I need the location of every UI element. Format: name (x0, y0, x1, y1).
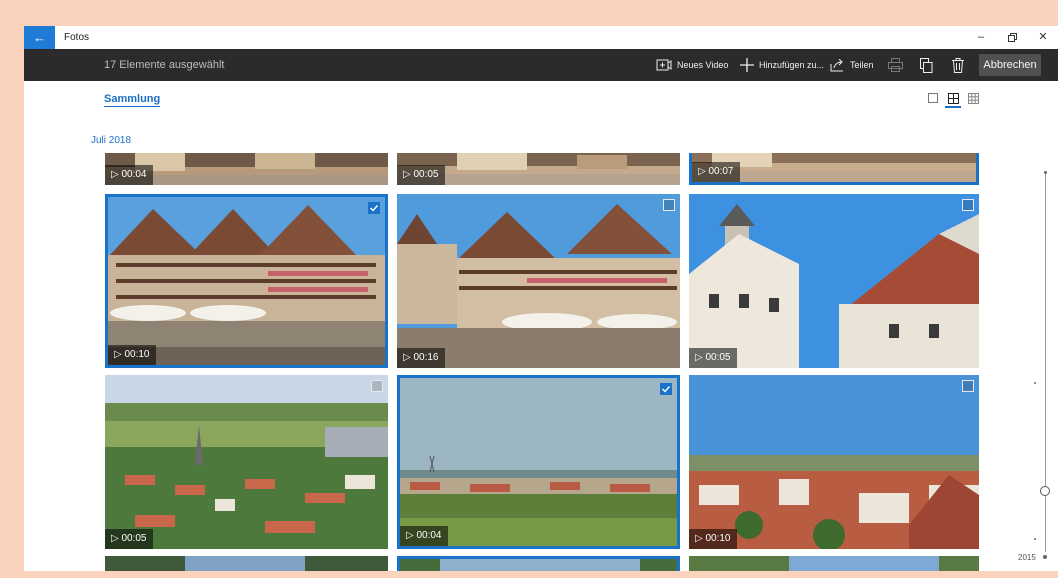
duration-label: ▷ 00:05 (397, 165, 445, 185)
back-button[interactable]: ← (24, 26, 55, 49)
photos-app-window: ← Fotos – ✕ 17 Elemente ausgewählt Neues… (24, 26, 1058, 571)
duration-label: ▷ 00:10 (689, 529, 737, 549)
grid-2x2-icon (947, 92, 959, 104)
selection-checkbox[interactable] (962, 199, 974, 211)
view-small-button[interactable] (965, 90, 981, 106)
share-icon (830, 58, 845, 72)
breadcrumb-collection[interactable]: Sammlung (104, 93, 161, 107)
video-tile[interactable]: ▷ 00:10 (105, 194, 388, 368)
selection-checkbox[interactable] (962, 380, 974, 392)
video-tile[interactable]: ▷ 00:10 (689, 375, 979, 549)
view-large-button[interactable] (925, 90, 941, 106)
share-button[interactable]: Teilen (830, 49, 874, 81)
selection-checkbox[interactable] (660, 383, 672, 395)
plus-icon (740, 58, 754, 72)
selection-count: 17 Elemente ausgewählt (104, 59, 225, 71)
duration-label: ▷ 00:10 (108, 345, 156, 365)
delete-button[interactable] (952, 49, 969, 81)
video-tile[interactable] (397, 556, 680, 571)
video-thumbnail (108, 197, 385, 365)
restore-button[interactable] (999, 26, 1025, 49)
selection-checkbox[interactable] (663, 199, 675, 211)
video-tile[interactable]: ▷ 00:16 (397, 194, 680, 368)
command-bar: 17 Elemente ausgewählt Neues Video Hinzu… (24, 49, 1058, 81)
single-square-icon (928, 93, 938, 103)
video-tile[interactable]: ▷ 00:05 (105, 375, 388, 549)
photo-grid: ▷ 00:04 ▷ 00:05 ▷ 00:07 ▷ 00:10 ▷ 00:16 … (24, 153, 1024, 571)
video-tile[interactable]: ▷ 00:04 (105, 153, 388, 185)
video-tile[interactable] (105, 556, 388, 571)
close-icon: ✕ (1038, 31, 1048, 43)
video-tile[interactable] (689, 556, 979, 571)
video-thumbnail (105, 556, 388, 571)
timeline-year-label[interactable]: 2015 (1018, 553, 1036, 562)
duration-label: ▷ 00:07 (692, 162, 740, 182)
print-icon (888, 58, 903, 72)
add-to-label: Hinzufügen zu... (759, 60, 825, 70)
video-thumbnail (400, 559, 677, 571)
copy-icon (920, 57, 933, 73)
video-add-icon (656, 58, 672, 72)
app-title: Fotos (64, 32, 90, 43)
minimize-button[interactable]: – (968, 26, 994, 49)
duration-label: ▷ 00:04 (400, 526, 448, 546)
video-thumbnail (400, 378, 677, 546)
trash-icon (952, 57, 964, 73)
video-thumbnail (397, 194, 680, 368)
timeline-thumb[interactable] (1040, 486, 1050, 496)
cancel-button[interactable]: Abbrechen (979, 54, 1041, 76)
video-thumbnail (689, 556, 979, 571)
video-thumbnail (105, 375, 388, 549)
timeline-marker (1034, 382, 1036, 384)
selection-checkbox[interactable] (368, 202, 380, 214)
add-to-button[interactable]: Hinzufügen zu... (740, 49, 824, 81)
duration-label: ▷ 00:05 (105, 529, 153, 549)
grid-3x3-icon (967, 92, 979, 104)
timeline-marker (1043, 555, 1047, 559)
video-tile[interactable]: ▷ 00:04 (397, 375, 680, 549)
duration-label: ▷ 00:04 (105, 165, 153, 185)
timeline-marker (1044, 171, 1047, 174)
video-tile[interactable]: ▷ 00:07 (689, 153, 979, 185)
video-thumbnail (689, 194, 979, 368)
back-arrow-icon: ← (33, 30, 46, 45)
minimize-icon: – (977, 31, 985, 43)
duration-label: ▷ 00:05 (689, 348, 737, 368)
new-video-button[interactable]: Neues Video (656, 49, 728, 81)
close-button[interactable]: ✕ (1030, 26, 1056, 49)
duration-label: ▷ 00:16 (397, 348, 445, 368)
timeline-marker (1034, 538, 1036, 540)
new-video-label: Neues Video (677, 60, 729, 70)
video-thumbnail (689, 375, 979, 549)
month-header[interactable]: Juli 2018 (91, 135, 131, 146)
view-medium-button[interactable] (945, 90, 961, 108)
video-tile[interactable]: ▷ 00:05 (397, 153, 680, 185)
video-tile[interactable]: ▷ 00:05 (689, 194, 979, 368)
share-label: Teilen (850, 60, 874, 70)
copy-button[interactable] (920, 49, 938, 81)
title-bar: ← Fotos – ✕ (24, 26, 1058, 49)
restore-icon (1007, 33, 1017, 42)
print-button[interactable] (888, 49, 908, 81)
selection-checkbox[interactable] (371, 380, 383, 392)
